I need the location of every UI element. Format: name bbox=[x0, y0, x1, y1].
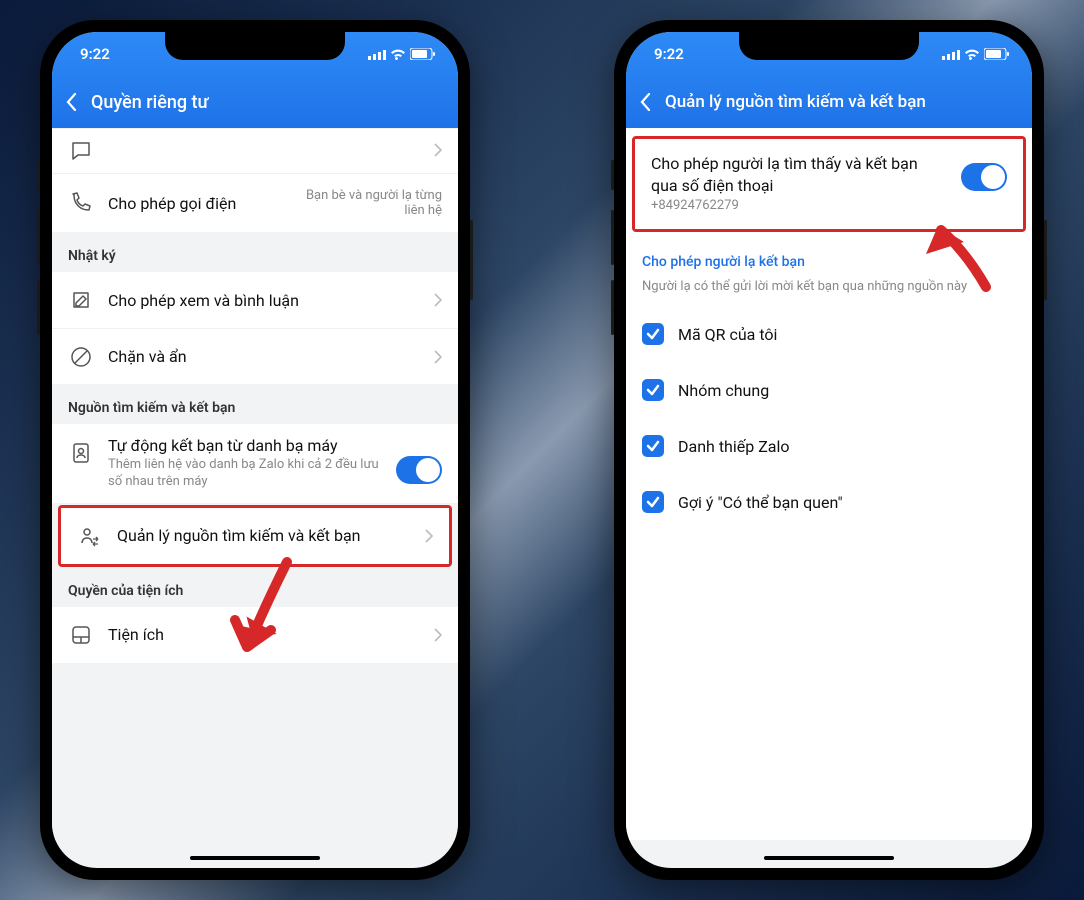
row-title: Chặn và ẩn bbox=[108, 347, 420, 366]
home-indicator[interactable] bbox=[764, 856, 894, 860]
row-block-hide[interactable]: Chặn và ẩn bbox=[52, 328, 458, 384]
row-title: Cho phép người lạ tìm thấy và kết bạn qu… bbox=[651, 153, 947, 196]
checkbox-group[interactable] bbox=[642, 379, 664, 401]
check-label: Danh thiếp Zalo bbox=[678, 437, 790, 456]
status-icons bbox=[368, 48, 436, 60]
chat-icon bbox=[68, 137, 94, 163]
phone-frame-right: 9:22 Quản lý nguồn tìm kiếm và kết bạn C… bbox=[614, 20, 1044, 880]
row-allow-messaging[interactable] bbox=[52, 128, 458, 173]
page-title: Quản lý nguồn tìm kiếm và kết bạn bbox=[665, 92, 926, 112]
row-side-text: Bạn bè và người lạ từng liên hệ bbox=[302, 188, 442, 218]
nav-bar: Quyền riêng tư bbox=[52, 76, 458, 128]
nav-bar: Quản lý nguồn tìm kiếm và kết bạn bbox=[626, 76, 1032, 128]
phone-frame-left: 9:22 Quyền riêng tư bbox=[40, 20, 470, 880]
row-title: Cho phép xem và bình luận bbox=[108, 291, 420, 310]
screen-left: 9:22 Quyền riêng tư bbox=[52, 32, 458, 868]
row-view-comment[interactable]: Cho phép xem và bình luận bbox=[52, 272, 458, 328]
section-diary: Nhật ký bbox=[52, 232, 458, 272]
section-sources: Nguồn tìm kiếm và kết bạn bbox=[52, 384, 458, 424]
row-check-suggest[interactable]: Gợi ý "Có thể bạn quen" bbox=[626, 474, 1032, 530]
row-title: Quản lý nguồn tìm kiếm và kết bạn bbox=[117, 526, 411, 545]
page-title: Quyền riêng tư bbox=[91, 92, 209, 113]
row-check-qr[interactable]: Mã QR của tôi bbox=[626, 306, 1032, 362]
edit-icon bbox=[68, 287, 94, 313]
row-auto-friend[interactable]: Tự động kết bạn từ danh bạ máy Thêm liên… bbox=[52, 424, 458, 503]
signal-icon bbox=[368, 49, 386, 60]
check-label: Nhóm chung bbox=[678, 381, 769, 400]
row-title: Cho phép gọi điện bbox=[108, 194, 288, 213]
block-icon bbox=[68, 344, 94, 370]
row-subtitle: Thêm liên hệ vào danh bạ Zalo khi cả 2 đ… bbox=[108, 457, 382, 491]
contacts-icon bbox=[68, 440, 94, 466]
row-phone-number: +84924762279 bbox=[651, 198, 947, 215]
checkbox-card[interactable] bbox=[642, 435, 664, 457]
chevron-right-icon bbox=[434, 143, 442, 157]
chevron-right-icon bbox=[434, 350, 442, 364]
annotation-arrow bbox=[916, 212, 1006, 302]
battery-icon bbox=[984, 48, 1010, 60]
row-title: Tự động kết bạn từ danh bạ máy bbox=[108, 436, 382, 455]
chevron-right-icon bbox=[434, 293, 442, 307]
battery-icon bbox=[410, 48, 436, 60]
phone-icon bbox=[68, 190, 94, 216]
toggle-auto-friend[interactable] bbox=[396, 456, 442, 484]
checkbox-qr[interactable] bbox=[642, 323, 664, 345]
home-indicator[interactable] bbox=[190, 856, 320, 860]
status-time: 9:22 bbox=[80, 45, 110, 63]
check-label: Mã QR của tôi bbox=[678, 325, 777, 344]
user-swap-icon bbox=[77, 523, 103, 549]
wifi-icon bbox=[390, 48, 406, 60]
status-time: 9:22 bbox=[654, 45, 684, 63]
signal-icon bbox=[942, 49, 960, 60]
row-check-group[interactable]: Nhóm chung bbox=[626, 362, 1032, 418]
toggle-allow-find[interactable] bbox=[961, 163, 1007, 191]
chevron-right-icon bbox=[425, 529, 433, 543]
screen-right: 9:22 Quản lý nguồn tìm kiếm và kết bạn C… bbox=[626, 32, 1032, 868]
row-check-card[interactable]: Danh thiếp Zalo bbox=[626, 418, 1032, 474]
check-label: Gợi ý "Có thể bạn quen" bbox=[678, 493, 843, 512]
back-icon[interactable] bbox=[640, 93, 651, 111]
grid-icon bbox=[68, 622, 94, 648]
chevron-right-icon bbox=[434, 628, 442, 642]
wifi-icon bbox=[964, 48, 980, 60]
annotation-arrow bbox=[227, 552, 307, 662]
back-icon[interactable] bbox=[66, 93, 77, 111]
status-icons bbox=[942, 48, 1010, 60]
row-allow-call[interactable]: Cho phép gọi điện Bạn bè và người lạ từn… bbox=[52, 173, 458, 232]
checkbox-suggest[interactable] bbox=[642, 491, 664, 513]
